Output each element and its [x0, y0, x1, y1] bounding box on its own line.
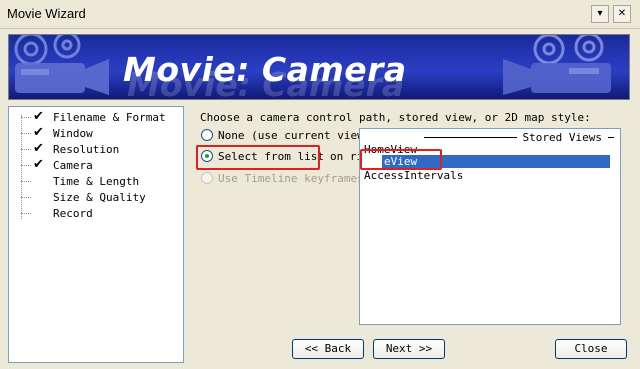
- radio-circle[interactable]: [201, 129, 213, 141]
- camera-prompt: Choose a camera control path, stored vie…: [200, 111, 591, 124]
- step-label: Size & Quality: [53, 191, 146, 204]
- step-label: Time & Length: [53, 175, 140, 188]
- step-label: Record: [53, 207, 93, 220]
- radio-circle-disabled[interactable]: [201, 172, 213, 184]
- window-title: Movie Wizard: [7, 6, 86, 21]
- check-icon: ✔: [33, 141, 44, 156]
- step-resolution[interactable]: ✔ Resolution: [21, 141, 181, 157]
- step-size-quality[interactable]: Size & Quality: [21, 190, 181, 205]
- close-icon[interactable]: ✕: [613, 5, 631, 23]
- list-item[interactable]: AccessIntervals: [362, 169, 610, 182]
- check-icon: ✔: [33, 157, 44, 172]
- camera-options-panel: Choose a camera control path, stored vie…: [193, 106, 630, 332]
- step-label: Filename & Format: [53, 111, 166, 124]
- close-button[interactable]: Close: [555, 339, 627, 359]
- check-icon: ✔: [33, 125, 44, 140]
- chevron-down-icon[interactable]: ▾: [591, 5, 609, 23]
- step-label: Resolution: [53, 143, 120, 156]
- radio-none-label: None (use current view): [218, 129, 371, 142]
- back-button[interactable]: << Back: [292, 339, 364, 359]
- banner: Movie: Camera Movie: Camera: [8, 34, 630, 100]
- step-record[interactable]: Record: [21, 206, 181, 221]
- title-bar: Movie Wizard ▾ ✕: [0, 0, 640, 29]
- step-label: Window: [53, 127, 93, 140]
- wizard-steps-panel: ✔ Filename & Format ✔ Window ✔ Resolutio…: [8, 106, 184, 363]
- step-camera[interactable]: ✔ Camera: [21, 157, 181, 173]
- radio-timeline-label: Use Timeline keyframes: [218, 172, 364, 185]
- step-time-length[interactable]: Time & Length: [21, 174, 181, 189]
- step-filename-format[interactable]: ✔ Filename & Format: [21, 109, 181, 125]
- check-icon: ✔: [33, 109, 44, 124]
- step-label: Camera: [53, 159, 93, 172]
- step-window[interactable]: ✔ Window: [21, 125, 181, 141]
- highlight-select-from-list: [196, 145, 320, 170]
- next-button[interactable]: Next >>: [373, 339, 445, 359]
- banner-title: Movie: Camera: [123, 50, 407, 89]
- movie-wizard-window: Movie Wizard ▾ ✕ Movie: Camera Movie: Ca…: [0, 0, 640, 369]
- highlight-eview-item: [360, 149, 442, 170]
